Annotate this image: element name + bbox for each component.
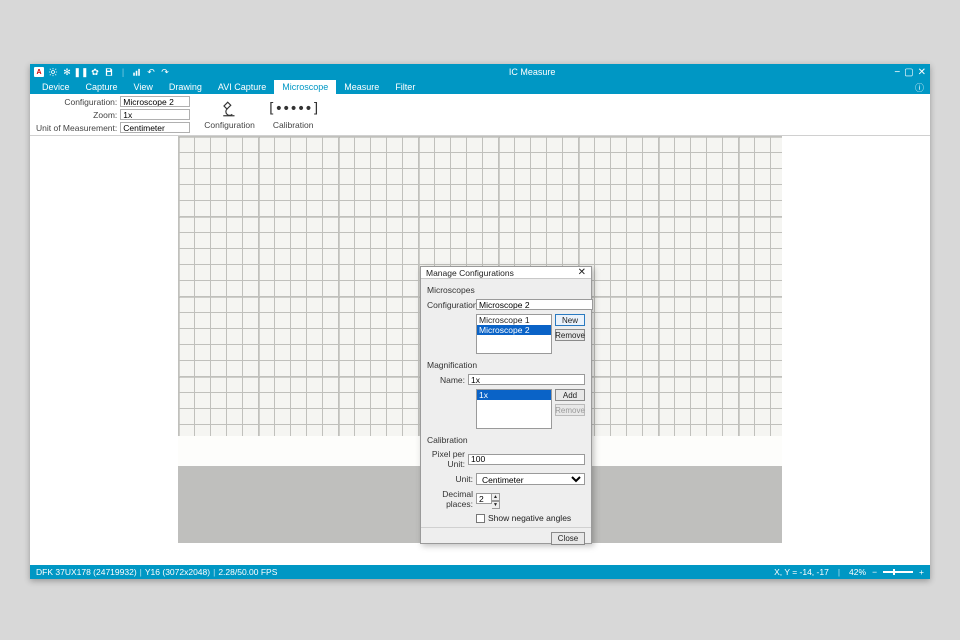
statusbar: DFK 37UX178 (24719932) | Y16 (3072x2048)… — [30, 565, 930, 579]
unit-label: Unit of Measurement: — [36, 123, 117, 133]
settings-icon[interactable]: ✿ — [90, 67, 100, 77]
dialog-body: Microscopes Configuration: Microscope 1 … — [421, 279, 591, 527]
undo-icon[interactable]: ↶ — [146, 67, 156, 77]
ppu-input[interactable] — [468, 454, 585, 465]
status-format: Y16 (3072x2048) — [145, 567, 210, 577]
configuration-label: Configuration: — [36, 97, 117, 107]
dialog-titlebar: Manage Configurations ✕ — [421, 267, 591, 279]
close-button[interactable]: Close — [551, 532, 585, 545]
show-negative-checkbox[interactable] — [476, 514, 485, 523]
ribbon-config-group: Configuration: Zoom: Unit of Measurement… — [36, 96, 190, 133]
calibration-button[interactable]: [•••••] Calibration — [269, 98, 318, 132]
tab-view[interactable]: View — [126, 80, 161, 94]
status-fps: 2.28/50.00 FPS — [218, 567, 277, 577]
snap-icon[interactable]: ✻ — [62, 67, 72, 77]
app-icon: A — [34, 67, 44, 77]
content-area: Manage Configurations ✕ Microscopes Conf… — [30, 136, 930, 565]
app-window: A ✻ ❚❚ ✿ | ↶ ↷ IC Measure − ▢ ✕ Device C — [30, 64, 930, 579]
microscope-icon — [221, 100, 239, 118]
chart-icon[interactable] — [132, 67, 142, 77]
divider-icon: | — [118, 67, 128, 77]
zoom-label: Zoom: — [36, 110, 117, 120]
tab-microscope[interactable]: Microscope — [274, 80, 336, 94]
window-controls: − ▢ ✕ — [894, 67, 926, 78]
mag-name-input[interactable] — [468, 374, 585, 385]
dialog-title: Manage Configurations — [426, 268, 578, 278]
mag-name-label: Name: — [427, 375, 465, 385]
titlebar: A ✻ ❚❚ ✿ | ↶ ↷ IC Measure − ▢ ✕ — [30, 64, 930, 80]
config-label: Configuration: — [427, 300, 473, 310]
help-icon[interactable]: ⓘ — [909, 80, 930, 94]
calibration-button-label: Calibration — [273, 120, 314, 130]
ppu-label: Pixel per Unit: — [427, 449, 465, 469]
gear-icon[interactable] — [48, 67, 58, 77]
decimals-input[interactable] — [476, 493, 492, 504]
unit-field[interactable] — [120, 122, 190, 133]
configuration-field[interactable] — [120, 96, 190, 107]
add-button[interactable]: Add — [555, 389, 585, 401]
spin-down-icon[interactable]: ▼ — [492, 501, 500, 509]
redo-icon[interactable]: ↷ — [160, 67, 170, 77]
config-input[interactable] — [476, 299, 593, 310]
remove-mag-button[interactable]: Remove — [555, 404, 585, 416]
configuration-button[interactable]: Configuration — [200, 98, 259, 132]
section-magnification: Magnification — [427, 360, 585, 370]
status-camera: DFK 37UX178 (24719932) — [36, 567, 137, 577]
pause-icon[interactable]: ❚❚ — [76, 67, 86, 77]
list-item[interactable]: Microscope 1 — [477, 315, 551, 325]
tab-avi-capture[interactable]: AVI Capture — [210, 80, 274, 94]
tab-filter[interactable]: Filter — [387, 80, 423, 94]
zoom-field[interactable] — [120, 109, 190, 120]
zoom-out-button[interactable]: − — [872, 567, 877, 577]
zoom-in-button[interactable]: + — [919, 567, 924, 577]
show-negative-label: Show negative angles — [488, 513, 571, 523]
status-coords: X, Y = -14, -17 — [774, 567, 829, 577]
list-item[interactable]: 1x — [477, 390, 551, 400]
remove-config-button[interactable]: Remove — [555, 329, 585, 341]
section-calibration: Calibration — [427, 435, 585, 445]
restore-button[interactable]: ▢ — [904, 67, 913, 78]
manage-configurations-dialog: Manage Configurations ✕ Microscopes Conf… — [420, 266, 592, 544]
ruler-icon: [•••••] — [284, 100, 302, 118]
list-item[interactable]: Microscope 2 — [477, 325, 551, 335]
minimize-button[interactable]: − — [894, 67, 900, 78]
unit-select[interactable]: Centimeter — [476, 473, 585, 485]
unit-select-label: Unit: — [427, 474, 473, 484]
mag-listbox[interactable]: 1x — [476, 389, 552, 429]
save-icon[interactable] — [104, 67, 114, 77]
dialog-close-icon[interactable]: ✕ — [578, 267, 586, 278]
config-listbox[interactable]: Microscope 1 Microscope 2 — [476, 314, 552, 354]
status-zoom: 42% — [849, 567, 866, 577]
menu-tabs: Device Capture View Drawing AVI Capture … — [30, 80, 930, 94]
tab-drawing[interactable]: Drawing — [161, 80, 210, 94]
configuration-button-label: Configuration — [204, 120, 255, 130]
spin-up-icon[interactable]: ▲ — [492, 493, 500, 501]
tab-device[interactable]: Device — [34, 80, 78, 94]
close-button[interactable]: ✕ — [918, 67, 926, 78]
dialog-footer: Close — [421, 527, 591, 549]
zoom-slider[interactable] — [883, 571, 913, 573]
tab-measure[interactable]: Measure — [336, 80, 387, 94]
decimals-label: Decimal places: — [427, 489, 473, 509]
decimals-spinner[interactable]: ▲▼ — [476, 493, 500, 505]
tab-capture[interactable]: Capture — [78, 80, 126, 94]
new-button[interactable]: New — [555, 314, 585, 326]
section-microscopes: Microscopes — [427, 285, 585, 295]
titlebar-left: A ✻ ❚❚ ✿ | ↶ ↷ — [34, 67, 170, 77]
ribbon: Configuration: Zoom: Unit of Measurement… — [30, 94, 930, 136]
window-title: IC Measure — [170, 67, 894, 77]
